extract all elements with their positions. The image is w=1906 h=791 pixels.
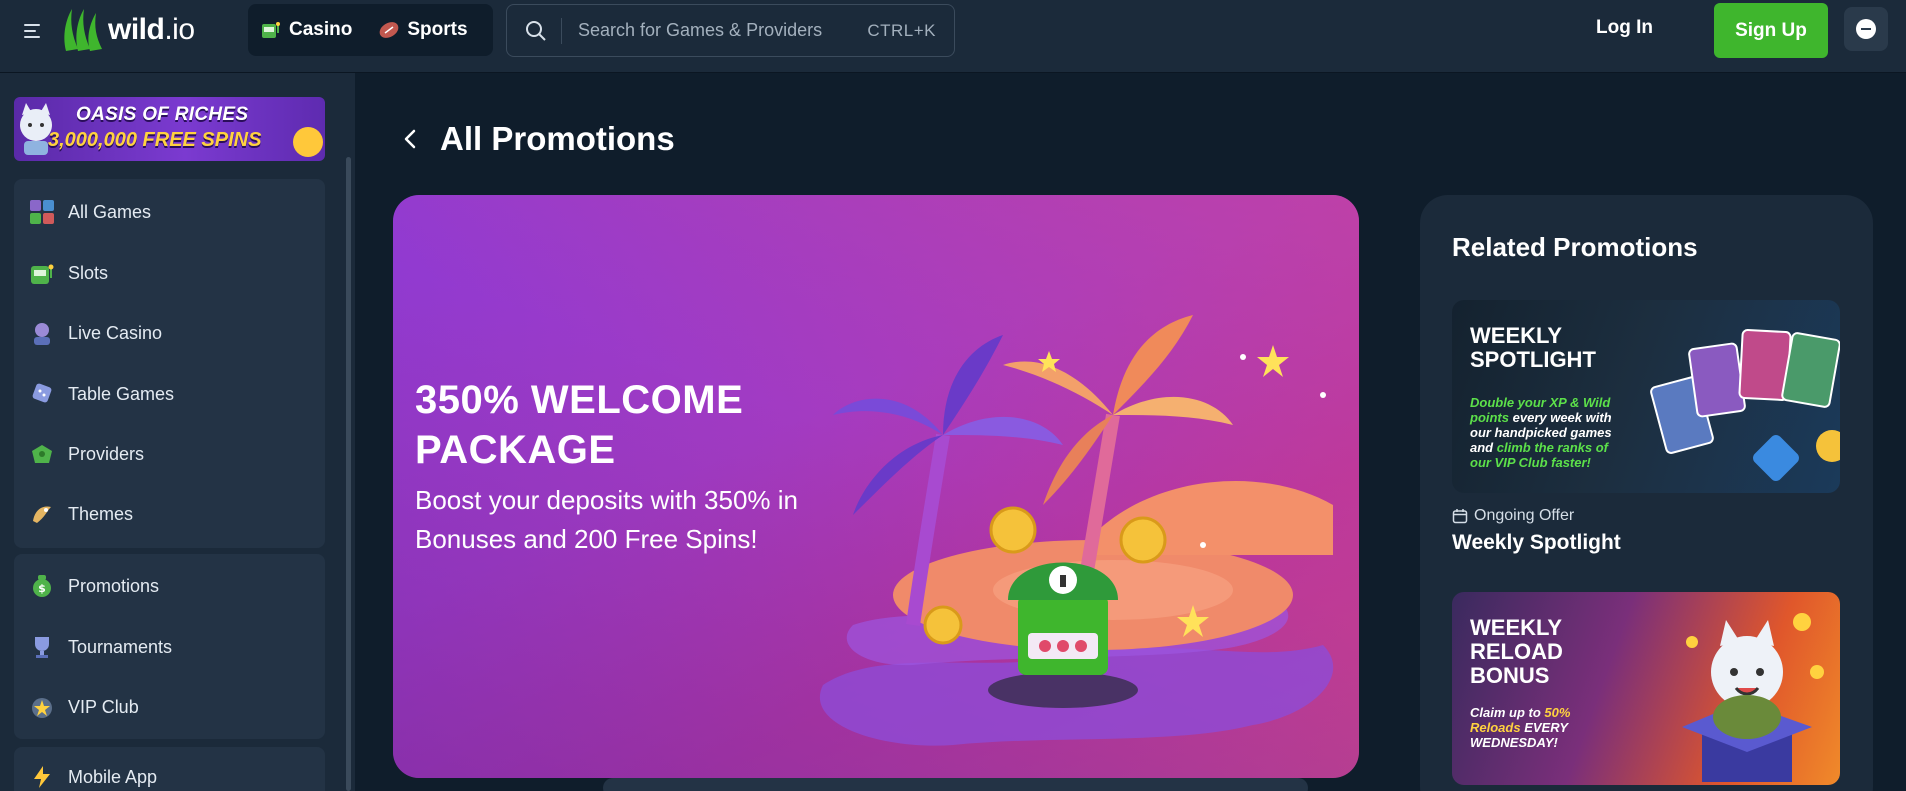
card-banner-desc: Double your XP & Wild points every week … xyxy=(1470,395,1612,470)
island-treasure-illustration xyxy=(819,315,1334,746)
product-switch: Casino Sports xyxy=(248,4,493,56)
sidebar-label: Live Casino xyxy=(68,322,163,343)
dealer-icon xyxy=(28,319,56,347)
wild-coin-icon xyxy=(1816,430,1840,462)
promo-meta-label: Ongoing Offer xyxy=(1474,507,1575,524)
sidebar-item-slots[interactable]: Slots xyxy=(28,253,108,293)
sidebar-item-promotions[interactable]: $ Promotions xyxy=(28,566,159,606)
sidebar-label: Promotions xyxy=(68,575,160,596)
search-divider xyxy=(561,17,562,44)
promo-title[interactable]: Weekly Spotlight xyxy=(1452,531,1621,555)
sidebar-label: All Games xyxy=(68,201,152,222)
hero-headline: 350% WELCOME PACKAGE xyxy=(415,378,744,472)
sidebar-label: Mobile App xyxy=(68,766,158,787)
slot-machine-icon xyxy=(262,22,280,38)
banner-line1: OASIS OF RICHES xyxy=(76,104,249,125)
controller-icon xyxy=(28,440,56,468)
xp-badge-icon xyxy=(1750,432,1802,484)
sidebar-promo-banner[interactable]: OASIS OF RICHES 3,000,000 FREE SPINS xyxy=(14,97,325,161)
promo-card-weekly-reload[interactable]: WEEKLY RELOAD BONUS Claim up to 50% Relo… xyxy=(1452,592,1840,785)
chat-icon xyxy=(1856,19,1876,39)
sidebar-item-providers[interactable]: Providers xyxy=(28,434,144,474)
menu-toggle-icon[interactable] xyxy=(24,20,46,40)
sidebar-group-rewards: $ Promotions Tournaments VIP Club xyxy=(14,554,325,739)
sidebar-label: VIP Club xyxy=(68,696,139,717)
card-banner-title: WEEKLY RELOAD BONUS xyxy=(1470,615,1563,688)
svg-text:$: $ xyxy=(38,582,46,595)
related-heading: Related Promotions xyxy=(1452,232,1698,262)
page-header: All Promotions xyxy=(400,120,675,158)
card-banner-title: WEEKLY SPOTLIGHT xyxy=(1470,323,1596,372)
signup-button[interactable]: Sign Up xyxy=(1714,3,1828,58)
crown-icon xyxy=(28,693,56,721)
search-icon xyxy=(526,20,546,41)
card-banner-desc: Claim up to 50% Reloads EVERY WEDNESDAY! xyxy=(1470,705,1571,750)
sidebar-item-all-games[interactable]: All Games xyxy=(28,192,151,232)
sidebar-label: Themes xyxy=(68,503,134,524)
search-input[interactable] xyxy=(578,20,868,41)
logo-text: wild.io xyxy=(108,13,195,46)
hero-promo-banner[interactable]: 350% WELCOME PACKAGE Boost your deposits… xyxy=(393,195,1359,778)
theme-icon xyxy=(28,500,56,528)
banner-line2: 3,000,000 FREE SPINS xyxy=(48,129,262,151)
lightning-icon xyxy=(28,763,56,791)
search-shortcut: CTRL+K xyxy=(867,20,936,40)
sidebar-group-app: Mobile App xyxy=(14,747,325,791)
game-card-thumb xyxy=(1780,331,1840,409)
carousel-indicator xyxy=(603,778,1308,791)
nav-sports[interactable]: Sports xyxy=(378,19,468,41)
top-header: wild.io Casino Sports CTRL+K Log In Sign… xyxy=(0,0,1906,73)
login-button[interactable]: Log In xyxy=(1596,17,1653,39)
page-title: All Promotions xyxy=(440,120,675,157)
sidebar-label: Tournaments xyxy=(68,636,173,657)
game-card-thumb xyxy=(1687,341,1747,419)
sidebar-group-games: All Games Slots Live Casino Table Games … xyxy=(14,179,325,548)
sidebar-scrollbar[interactable] xyxy=(346,157,351,791)
sidebar-item-mobile-app[interactable]: Mobile App xyxy=(28,757,157,791)
calendar-icon xyxy=(1452,509,1468,524)
sidebar-item-tournaments[interactable]: Tournaments xyxy=(28,627,172,667)
chat-button[interactable] xyxy=(1844,7,1888,51)
dice-icon xyxy=(28,380,56,408)
football-icon xyxy=(380,22,399,38)
sidebar-item-table-games[interactable]: Table Games xyxy=(28,374,174,414)
money-bag-icon: $ xyxy=(28,572,56,600)
search-bar[interactable]: CTRL+K xyxy=(506,4,955,57)
nav-casino[interactable]: Casino xyxy=(260,19,352,41)
sidebar-label: Providers xyxy=(68,443,145,464)
grid-icon xyxy=(28,198,56,226)
sidebar-item-live-casino[interactable]: Live Casino xyxy=(28,313,162,353)
logo[interactable]: wild.io xyxy=(60,4,195,56)
sidebar-item-vip-club[interactable]: VIP Club xyxy=(28,687,139,727)
sidebar-label: Table Games xyxy=(68,383,175,404)
nav-sports-label: Sports xyxy=(407,19,468,40)
sidebar-item-themes[interactable]: Themes xyxy=(28,494,133,534)
hero-subtext: Boost your deposits with 350% in Bonuses… xyxy=(415,485,798,554)
wolf-mascot-icon xyxy=(1682,613,1824,782)
smiley-icon xyxy=(293,127,323,157)
slot-machine-icon xyxy=(28,259,56,287)
promo-meta: Ongoing Offer xyxy=(1452,507,1574,525)
promo-card-weekly-spotlight[interactable]: WEEKLY SPOTLIGHT Double your XP & Wild p… xyxy=(1452,300,1840,493)
trophy-icon xyxy=(28,633,56,661)
related-promotions-panel: Related Promotions WEEKLY SPOTLIGHT Doub… xyxy=(1420,195,1873,791)
claw-logo-icon xyxy=(64,9,102,51)
back-arrow-icon[interactable] xyxy=(400,125,420,153)
sidebar-label: Slots xyxy=(68,262,109,283)
nav-casino-label: Casino xyxy=(289,19,353,40)
